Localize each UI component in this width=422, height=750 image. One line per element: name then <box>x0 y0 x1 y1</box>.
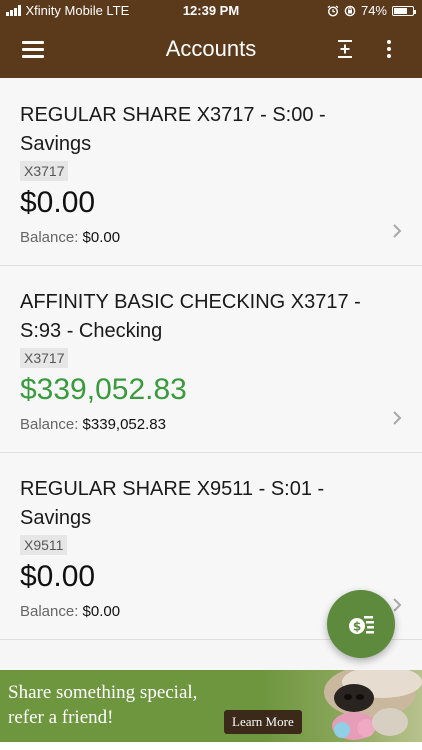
transfer-fab-button[interactable]: $ <box>327 590 395 658</box>
account-balance-row: Balance: $339,052.83 <box>20 416 402 433</box>
page-title: Accounts <box>165 36 257 61</box>
balance-label: Balance: <box>20 229 79 246</box>
banner-line-2: refer a friend! <box>8 707 114 728</box>
app-header: Accounts <box>0 22 422 78</box>
svg-text:$: $ <box>353 620 361 634</box>
account-amount: $339,052.83 <box>20 373 187 406</box>
balance-value: $339,052.83 <box>82 416 166 433</box>
chevron-right-icon <box>393 224 402 238</box>
lock-rotation-icon <box>344 5 356 16</box>
referral-banner[interactable]: Share something special, refer a friend!… <box>0 670 422 742</box>
account-balance-row: Balance: $0.00 <box>20 229 402 246</box>
status-bar: Xfinity Mobile LTE 12:39 PM 74% <box>0 0 422 22</box>
balance-label: Balance: <box>20 603 79 620</box>
account-amount: $0.00 <box>20 186 96 219</box>
account-id-badge: X9511 <box>20 535 68 555</box>
account-amount: $0.00 <box>20 560 96 593</box>
battery-percent: 74% <box>360 3 387 18</box>
kebab-icon[interactable] <box>386 40 392 60</box>
account-id-badge: X3717 <box>20 161 69 181</box>
account-id-badge: X3717 <box>20 348 69 368</box>
banner-line-1: Share something special, <box>8 682 198 703</box>
balance-label: Balance: <box>20 416 79 433</box>
bottom-strip <box>0 742 422 750</box>
banner-text: Share something special, refer a friend! <box>8 680 197 730</box>
balance-value: $0.00 <box>82 229 121 246</box>
expand-icon[interactable] <box>337 39 353 59</box>
learn-more-button[interactable]: Learn More <box>224 710 302 734</box>
account-name: REGULAR SHARE X9511 - S:01 - Savings <box>20 478 325 529</box>
balance-value: $0.00 <box>82 603 121 620</box>
account-list: REGULAR SHARE X3717 - S:00 - Savings X37… <box>0 79 422 640</box>
status-right: 74% <box>327 3 416 18</box>
alarm-icon <box>327 4 339 17</box>
transfer-money-icon: $ <box>349 616 374 634</box>
account-name: AFFINITY BASIC CHECKING X3717 - S:93 - C… <box>20 291 361 342</box>
account-name: REGULAR SHARE X3717 - S:00 - Savings <box>20 104 326 155</box>
account-card[interactable]: AFFINITY BASIC CHECKING X3717 - S:93 - C… <box>0 266 422 453</box>
battery-icon <box>392 5 416 16</box>
chevron-right-icon <box>393 598 402 612</box>
account-card[interactable]: REGULAR SHARE X3717 - S:00 - Savings X37… <box>0 79 422 266</box>
chevron-right-icon <box>393 411 402 425</box>
